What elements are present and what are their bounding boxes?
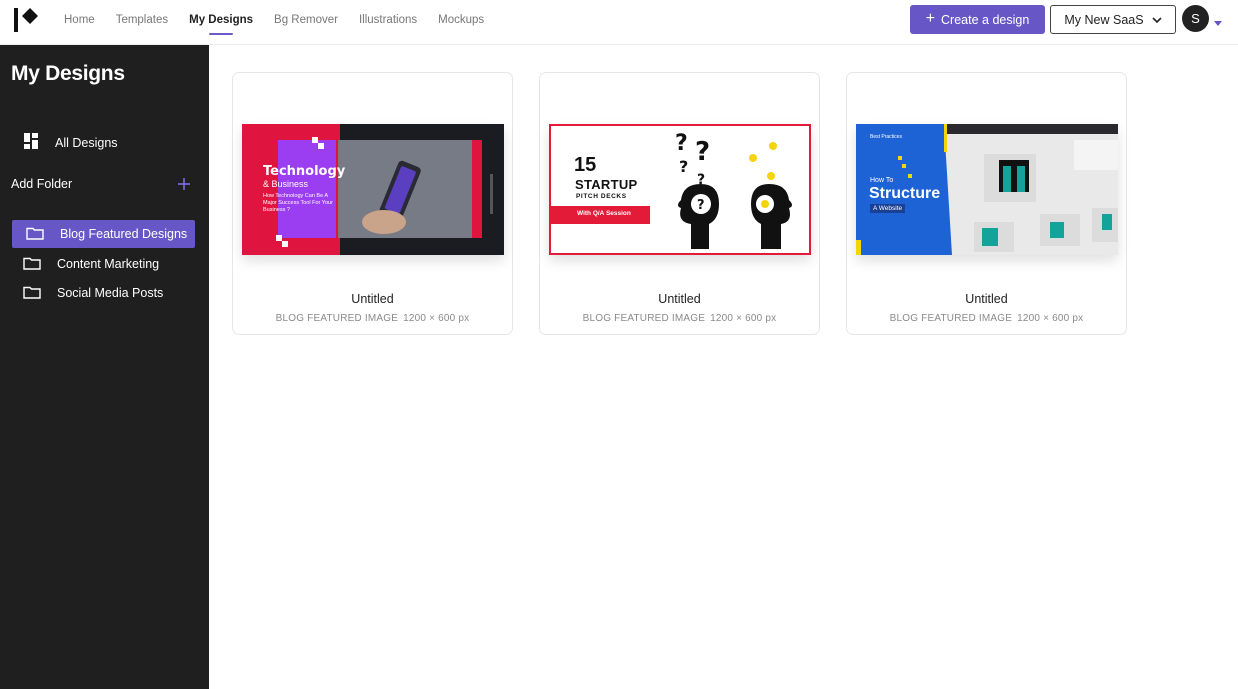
sidebar-item-all-designs[interactable]: All Designs xyxy=(24,133,118,152)
workspace-selector[interactable]: My New SaaS xyxy=(1050,5,1176,34)
design-meta: BLOG FEATURED IMAGE 1200 × 600 px xyxy=(233,313,512,324)
add-folder-plus-icon[interactable] xyxy=(177,177,191,191)
folder-icon xyxy=(26,226,44,243)
top-bar: Home Templates My Designs Bg Remover Ill… xyxy=(0,0,1238,45)
caret-down-icon[interactable] xyxy=(1214,14,1222,26)
design-thumbnail: Technology & Business How Technology Can… xyxy=(242,124,504,255)
folder-content-marketing[interactable]: Content Marketing xyxy=(12,250,195,278)
design-thumbnail: ? ? ? ? ? 15 STARTUP PITCH DECKS With Q/… xyxy=(549,124,811,255)
design-size: 1200 × 600 px xyxy=(710,313,777,324)
thumb-heading: Technology xyxy=(263,164,346,179)
workspace-label: My New SaaS xyxy=(1064,12,1144,27)
svg-text:?: ? xyxy=(675,131,688,156)
sidebar: My Designs All Designs Add Folder Blog F… xyxy=(0,45,209,689)
design-card[interactable]: Technology & Business How Technology Can… xyxy=(232,72,513,335)
thumb-number: 15 xyxy=(574,154,597,176)
chevron-down-icon xyxy=(1152,13,1162,27)
folder-icon xyxy=(23,256,41,273)
svg-text:?: ? xyxy=(697,198,705,213)
create-design-button[interactable]: + Create a design xyxy=(910,5,1045,34)
design-meta: BLOG FEATURED IMAGE 1200 × 600 px xyxy=(540,313,819,324)
svg-text:?: ? xyxy=(697,172,705,188)
design-card[interactable]: ? ? ? ? ? 15 STARTUP PITCH DECKS With Q/… xyxy=(539,72,820,335)
thumb-badge: With Q/A Session xyxy=(577,210,631,217)
design-title: Untitled xyxy=(658,292,701,306)
design-title: Untitled xyxy=(351,292,394,306)
app-logo-icon[interactable] xyxy=(13,7,41,33)
thumb-kicker: Best Practices xyxy=(870,134,902,140)
create-design-label: Create a design xyxy=(941,12,1030,27)
thumb-pre: How To xyxy=(870,177,894,184)
sidebar-item-label: All Designs xyxy=(55,135,118,150)
folder-label: Social Media Posts xyxy=(57,286,164,300)
user-avatar[interactable]: S xyxy=(1182,5,1209,32)
plus-icon: + xyxy=(925,10,936,27)
folder-icon xyxy=(23,285,41,302)
thumb-body: How Technology Can Be A Major Success To… xyxy=(263,193,333,213)
design-size: 1200 × 600 px xyxy=(1017,313,1084,324)
nav-illustrations[interactable]: Illustrations xyxy=(359,0,417,45)
folder-blog-featured-designs[interactable]: Blog Featured Designs xyxy=(12,220,195,248)
design-type: BLOG FEATURED IMAGE xyxy=(275,313,399,324)
designs-grid: Technology & Business How Technology Can… xyxy=(209,45,1238,689)
thumb-heading: Structure xyxy=(869,185,941,202)
thumb-subheading: & Business xyxy=(263,179,309,189)
nav-home[interactable]: Home xyxy=(64,0,95,45)
nav-mockups[interactable]: Mockups xyxy=(438,0,484,45)
grid-icon xyxy=(24,133,38,152)
design-thumbnail: Best Practices How To Structure A Websit… xyxy=(856,124,1118,255)
folder-label: Blog Featured Designs xyxy=(60,227,188,241)
thumb-subheading: PITCH DECKS xyxy=(576,193,627,200)
nav-bg-remover[interactable]: Bg Remover xyxy=(274,0,338,45)
add-folder-label: Add Folder xyxy=(11,177,73,191)
design-size: 1200 × 600 px xyxy=(403,313,470,324)
svg-text:?: ? xyxy=(695,137,710,167)
design-card[interactable]: Best Practices How To Structure A Websit… xyxy=(846,72,1127,335)
folder-label: Content Marketing xyxy=(57,257,160,271)
design-title: Untitled xyxy=(965,292,1008,306)
svg-text:?: ? xyxy=(679,157,688,176)
main-nav: Home Templates My Designs Bg Remover Ill… xyxy=(64,0,505,45)
design-meta: BLOG FEATURED IMAGE 1200 × 600 px xyxy=(847,313,1126,324)
design-type: BLOG FEATURED IMAGE xyxy=(889,313,1013,324)
thumb-subheading: A Website xyxy=(870,204,906,213)
design-type: BLOG FEATURED IMAGE xyxy=(582,313,706,324)
nav-my-designs[interactable]: My Designs xyxy=(189,0,253,45)
thumb-heading: STARTUP xyxy=(575,177,638,192)
nav-templates[interactable]: Templates xyxy=(116,0,168,45)
sidebar-title: My Designs xyxy=(11,62,125,85)
folder-social-media-posts[interactable]: Social Media Posts xyxy=(12,279,195,307)
